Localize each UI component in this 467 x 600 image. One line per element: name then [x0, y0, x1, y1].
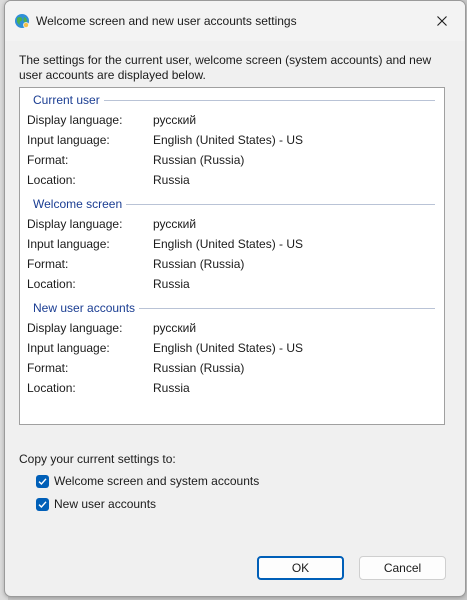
new-user-location-row: Location: Russia [27, 381, 427, 396]
new-user-display-language-row: Display language: русский [27, 321, 427, 336]
new-user-input-language-row: Input language: English (United States) … [27, 341, 427, 356]
row-label: Input language: [27, 237, 110, 251]
welcome-screen-format-row: Format: Russian (Russia) [27, 257, 427, 272]
checkbox-label: Welcome screen and system accounts [54, 474, 260, 488]
row-label: Location: [27, 381, 76, 395]
ok-button[interactable]: OK [257, 556, 344, 580]
current-user-display-language-row: Display language: русский [27, 113, 427, 128]
checkbox-label: New user accounts [54, 497, 157, 511]
row-label: Location: [27, 277, 76, 291]
row-label: Format: [27, 361, 69, 375]
current-user-format-row: Format: Russian (Russia) [27, 153, 427, 168]
welcome-screen-display-language-row: Display language: русский [27, 217, 427, 232]
row-value: русский [153, 113, 197, 127]
row-value: Russian (Russia) [153, 361, 245, 375]
close-button[interactable] [419, 1, 465, 41]
row-label: Location: [27, 173, 76, 187]
row-label: Format: [27, 257, 69, 271]
group-header-current-user: Current user [33, 93, 435, 107]
copy-settings-label: Copy your current settings to: [19, 452, 176, 466]
welcome-screen-checkbox[interactable] [36, 474, 49, 488]
row-value: русский [153, 217, 197, 231]
row-label: Input language: [27, 341, 110, 355]
close-icon [437, 16, 447, 26]
group-header-welcome-screen: Welcome screen [33, 197, 435, 211]
row-value: Russian (Russia) [153, 153, 245, 167]
group-title: New user accounts [33, 301, 140, 315]
title-bar[interactable]: Welcome screen and new user accounts set… [5, 1, 465, 41]
welcome-screen-checkbox-row[interactable]: Welcome screen and system accounts [36, 473, 259, 489]
row-label: Input language: [27, 133, 110, 147]
row-value: English (United States) - US [153, 133, 304, 147]
group-header-new-user-accounts: New user accounts [33, 301, 435, 315]
group-title: Current user [33, 93, 104, 107]
row-value: русский [153, 321, 197, 335]
window-title: Welcome screen and new user accounts set… [36, 14, 297, 28]
checkmark-icon [38, 500, 47, 508]
row-label: Display language: [27, 321, 123, 335]
current-user-location-row: Location: Russia [27, 173, 427, 188]
row-value: English (United States) - US [153, 341, 304, 355]
row-label: Display language: [27, 217, 123, 231]
checkmark-icon [38, 477, 47, 485]
current-user-input-language-row: Input language: English (United States) … [27, 133, 427, 148]
welcome-screen-input-language-row: Input language: English (United States) … [27, 237, 427, 252]
row-label: Display language: [27, 113, 123, 127]
description-text: The settings for the current user, welco… [19, 53, 432, 82]
group-title: Welcome screen [33, 197, 127, 211]
new-user-accounts-checkbox[interactable] [36, 497, 49, 511]
row-value: Russian (Russia) [153, 257, 245, 271]
settings-dialog: Welcome screen and new user accounts set… [4, 0, 466, 597]
settings-panel: Current user Display language: русский I… [19, 87, 445, 425]
welcome-screen-location-row: Location: Russia [27, 277, 427, 292]
row-value: Russia [153, 381, 190, 395]
row-label: Format: [27, 153, 69, 167]
new-user-format-row: Format: Russian (Russia) [27, 361, 427, 376]
cancel-button[interactable]: Cancel [359, 556, 446, 580]
row-value: Russia [153, 173, 190, 187]
row-value: English (United States) - US [153, 237, 304, 251]
row-value: Russia [153, 277, 190, 291]
new-user-accounts-checkbox-row[interactable]: New user accounts [36, 496, 156, 512]
globe-icon [15, 14, 29, 28]
